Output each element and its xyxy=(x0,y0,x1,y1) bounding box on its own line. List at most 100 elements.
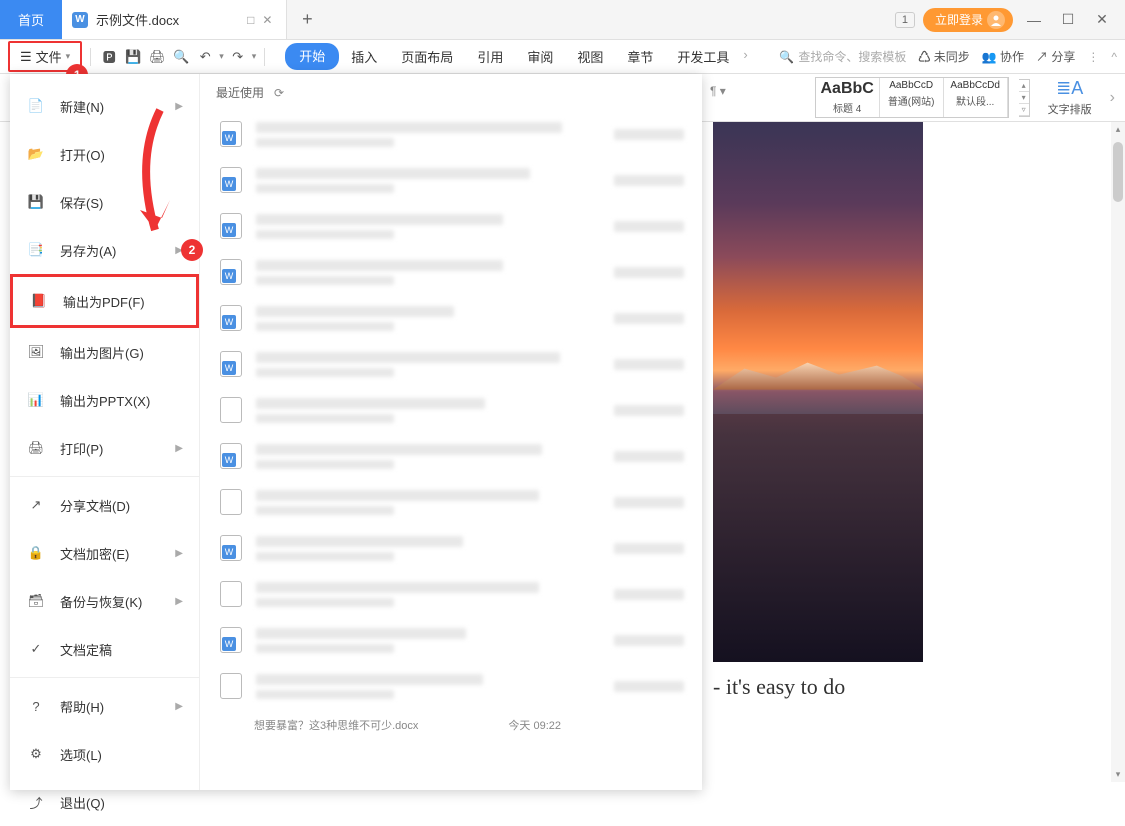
recent-item[interactable] xyxy=(216,341,698,387)
refresh-icon[interactable]: ⟳ xyxy=(274,86,284,100)
file-icon xyxy=(220,627,242,653)
document-tab[interactable]: W 示例文件.docx □ ✕ xyxy=(62,0,287,39)
save-icon[interactable]: 💾 xyxy=(123,49,143,65)
redo-icon[interactable]: ↷ xyxy=(228,49,248,65)
notification-badge[interactable]: 1 xyxy=(895,12,915,28)
app-icon[interactable]: 🅿 xyxy=(99,47,119,66)
recent-item[interactable] xyxy=(216,525,698,571)
scroll-up-icon[interactable]: ▴ xyxy=(1113,124,1123,135)
menu-label: 新建(N) xyxy=(60,97,104,116)
style-scroll[interactable]: ▴▾▿ xyxy=(1019,79,1030,117)
new-tab-button[interactable]: + xyxy=(287,0,327,39)
search-icon: 🔍 xyxy=(779,50,794,64)
recent-date-blurred xyxy=(614,681,694,692)
file-icon xyxy=(220,443,242,469)
file-icon xyxy=(220,305,242,331)
tab-reference[interactable]: 引用 xyxy=(465,43,515,70)
recent-filename-blurred xyxy=(256,260,600,285)
close-button[interactable]: ✕ xyxy=(1089,11,1115,28)
document-text: - it's easy to do xyxy=(713,674,1113,700)
file-menu-img[interactable]: 🖼 输出为图片(G) xyxy=(10,328,199,376)
tab-close-icon[interactable]: ✕ xyxy=(262,13,272,27)
document-canvas: - it's easy to do xyxy=(713,122,1113,782)
file-menu-button[interactable]: ☰ 文件 ▾ 1 xyxy=(8,41,82,72)
print-icon[interactable]: 🖨 xyxy=(147,49,167,65)
file-menu-share[interactable]: ↗ 分享文档(D) xyxy=(10,481,199,529)
file-menu-pdf[interactable]: 📕 输出为PDF(F) xyxy=(10,274,199,328)
recent-item[interactable] xyxy=(216,479,698,525)
file-menu-print[interactable]: 🖨 打印(P) ▶ xyxy=(10,424,199,472)
maximize-button[interactable]: ☐ xyxy=(1055,11,1081,28)
share-button[interactable]: ↗ 分享 xyxy=(1036,48,1075,65)
style-default[interactable]: AaBbCcDd 默认段... xyxy=(944,78,1008,117)
tab-dev[interactable]: 开发工具 xyxy=(665,43,741,70)
recent-item[interactable] xyxy=(216,295,698,341)
tab-chapter[interactable]: 章节 xyxy=(615,43,665,70)
menu-label: 输出为PDF(F) xyxy=(63,292,145,311)
file-menu-exit[interactable]: ⤴ 退出(Q) xyxy=(10,778,199,826)
tab-layout[interactable]: 页面布局 xyxy=(389,43,465,70)
chevron-right-icon: ▶ xyxy=(175,548,183,559)
recent-item[interactable] xyxy=(216,571,698,617)
recent-item[interactable] xyxy=(216,249,698,295)
file-menu-save[interactable]: 💾 保存(S) xyxy=(10,178,199,226)
collapse-ribbon-icon[interactable]: ^ xyxy=(1111,50,1117,64)
tabs-overflow-icon[interactable]: › xyxy=(741,43,749,70)
tab-insert[interactable]: 插入 xyxy=(339,43,389,70)
recent-date-blurred xyxy=(614,543,694,554)
file-icon xyxy=(220,581,242,607)
file-menu-options[interactable]: ⚙ 选项(L) xyxy=(10,730,199,778)
undo-icon[interactable]: ↶ xyxy=(195,49,215,65)
vertical-scrollbar[interactable]: ▴ ▾ xyxy=(1111,122,1125,782)
menu-label: 退出(Q) xyxy=(60,793,105,812)
ribbon-overflow-icon[interactable]: › xyxy=(1110,89,1115,107)
unsync-button[interactable]: ♺ 未同步 xyxy=(918,48,969,65)
style-normal-web[interactable]: AaBbCcD 普通(网站) xyxy=(880,78,944,117)
tab-review[interactable]: 审阅 xyxy=(515,43,565,70)
chevron-right-icon: ▶ xyxy=(175,701,183,712)
pdf-icon: 📕 xyxy=(29,291,49,311)
recent-footer-time: 今天 09:22 xyxy=(508,717,561,733)
file-menu-backup[interactable]: 🗃 备份与恢复(K) ▶ xyxy=(10,577,199,625)
print-icon: 🖨 xyxy=(26,438,46,458)
file-menu-saveas[interactable]: 📑 另存为(A) ▶ 2 xyxy=(10,226,199,274)
recent-item[interactable] xyxy=(216,617,698,663)
file-menu-lock[interactable]: 🔒 文档加密(E) ▶ xyxy=(10,529,199,577)
text-layout-button[interactable]: ≣A 文字排版 xyxy=(1040,78,1100,117)
recent-item[interactable] xyxy=(216,157,698,203)
tab-view[interactable]: 视图 xyxy=(565,43,615,70)
search-box[interactable]: 🔍 查找命令、搜索模板 xyxy=(779,48,906,65)
file-menu-help[interactable]: ? 帮助(H) ▶ xyxy=(10,682,199,730)
style-gallery[interactable]: AaBbC 标题 4 AaBbCcD 普通(网站) AaBbCcDd 默认段..… xyxy=(815,77,1009,118)
recent-item[interactable] xyxy=(216,387,698,433)
scroll-down-icon[interactable]: ▾ xyxy=(1113,769,1123,780)
login-button[interactable]: 立即登录 xyxy=(923,8,1013,32)
menu-label: 打开(O) xyxy=(60,145,105,164)
document-image xyxy=(713,122,923,662)
tab-detach-icon[interactable]: □ xyxy=(247,13,254,27)
toolbar: ☰ 文件 ▾ 1 🅿 💾 🖨 🔍 ↶ ▾ ↷ ▾ 开始 插入 页面布局 引用 审… xyxy=(0,40,1125,74)
home-tab[interactable]: 首页 xyxy=(0,0,62,39)
preview-icon[interactable]: 🔍 xyxy=(171,49,191,65)
file-menu-new[interactable]: 📄 新建(N) ▶ xyxy=(10,82,199,130)
collab-button[interactable]: 👥 协作 xyxy=(982,48,1024,65)
file-menu-final[interactable]: ✓ 文档定稿 xyxy=(10,625,199,673)
recent-footer-file[interactable]: 想要暴富？这3种思维不可少.docx xyxy=(254,717,418,733)
recent-item[interactable] xyxy=(216,203,698,249)
file-icon xyxy=(220,213,242,239)
recent-item[interactable] xyxy=(216,111,698,157)
recent-item[interactable] xyxy=(216,433,698,479)
style-heading4[interactable]: AaBbC 标题 4 xyxy=(816,78,880,117)
scrollbar-thumb[interactable] xyxy=(1113,142,1123,202)
file-icon xyxy=(220,167,242,193)
recent-item[interactable] xyxy=(216,663,698,709)
minimize-button[interactable]: — xyxy=(1021,12,1047,28)
menu-icon: ☰ xyxy=(20,49,32,65)
more-icon[interactable]: ⋮ xyxy=(1087,50,1099,64)
menu-label: 另存为(A) xyxy=(60,241,116,260)
recent-date-blurred xyxy=(614,589,694,600)
file-menu-open[interactable]: 📂 打开(O) xyxy=(10,130,199,178)
file-menu-pptx[interactable]: 📊 输出为PPTX(X) xyxy=(10,376,199,424)
tab-start[interactable]: 开始 xyxy=(285,43,339,70)
recent-filename-blurred xyxy=(256,352,600,377)
